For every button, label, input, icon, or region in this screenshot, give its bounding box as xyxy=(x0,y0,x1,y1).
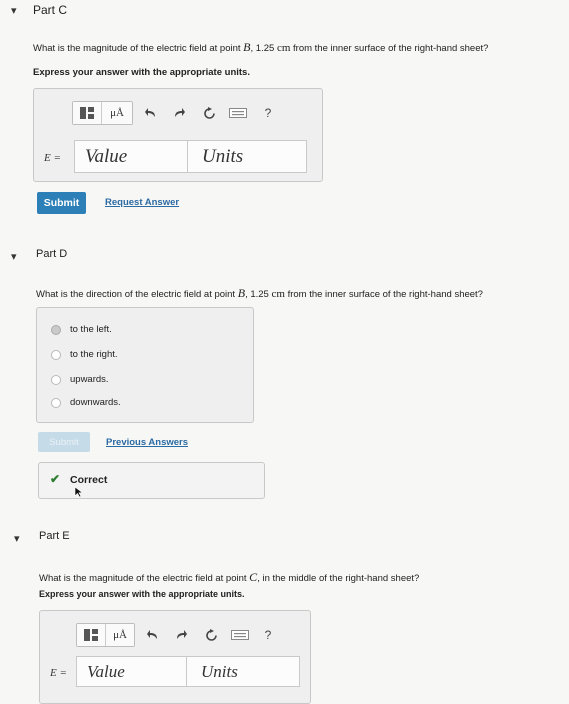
templates-button[interactable] xyxy=(73,102,101,124)
part-c-submit-button[interactable]: Submit xyxy=(37,192,86,214)
part-e-variable-label: E = xyxy=(50,667,67,679)
part-c-instructions: Express your answer with the appropriate… xyxy=(33,67,250,78)
mouse-cursor-icon xyxy=(74,486,84,498)
choice-right-radio[interactable] xyxy=(51,349,61,360)
redo-icon[interactable] xyxy=(169,630,193,640)
part-e-value-input[interactable]: Value xyxy=(76,656,188,687)
checkmark-icon: ✔ xyxy=(50,472,61,486)
choice-upwards-radio[interactable] xyxy=(51,374,61,385)
part-d-title[interactable]: Part D xyxy=(36,248,67,260)
part-e-answer-panel: μÅ ? E = Value Units xyxy=(39,610,311,704)
part-e-toolbar: μÅ ? xyxy=(76,623,279,647)
part-c-units-input[interactable]: Units xyxy=(187,140,307,173)
units-symbols-button[interactable]: μÅ xyxy=(101,102,132,124)
part-c-toolbar: μÅ ? xyxy=(72,101,279,125)
part-c-request-answer-link[interactable]: Request Answer xyxy=(105,197,179,208)
part-d-collapse-caret[interactable]: ▾ xyxy=(11,250,17,263)
part-c-variable-label: E = xyxy=(44,152,61,164)
templates-button[interactable] xyxy=(77,624,105,646)
units-symbols-button[interactable]: μÅ xyxy=(105,624,134,646)
reset-icon[interactable] xyxy=(199,628,223,642)
part-e-template-group: μÅ xyxy=(76,623,135,647)
part-c-answer-panel: μÅ ? E = Value Units xyxy=(33,88,323,182)
part-c-question: What is the magnitude of the electric fi… xyxy=(33,40,489,54)
choice-upwards[interactable]: upwards. xyxy=(51,374,109,385)
part-e-instructions: Express your answer with the appropriate… xyxy=(39,589,245,599)
templates-icon xyxy=(80,107,94,119)
part-e-units-input[interactable]: Units xyxy=(186,656,300,687)
choice-left-radio[interactable] xyxy=(51,324,61,335)
choice-left[interactable]: to the left. xyxy=(51,324,112,335)
part-e-collapse-caret[interactable]: ▾ xyxy=(14,532,20,545)
choice-right[interactable]: to the right. xyxy=(51,349,118,360)
part-d-question: What is the direction of the electric fi… xyxy=(36,286,483,300)
templates-icon xyxy=(84,629,98,641)
choice-downwards-radio[interactable] xyxy=(51,397,61,408)
keyboard-icon[interactable] xyxy=(227,630,253,640)
choice-downwards[interactable]: downwards. xyxy=(51,397,121,408)
undo-icon[interactable] xyxy=(139,108,163,118)
redo-icon[interactable] xyxy=(167,108,191,118)
undo-icon[interactable] xyxy=(141,630,165,640)
help-icon[interactable]: ? xyxy=(257,106,279,120)
part-e-title[interactable]: Part E xyxy=(39,530,70,542)
part-d-submit-button[interactable]: Submit xyxy=(38,432,90,452)
part-c-template-group: μÅ xyxy=(72,101,133,125)
part-e-question: What is the magnitude of the electric fi… xyxy=(39,570,420,584)
part-d-feedback-box: ✔ Correct xyxy=(38,462,265,499)
part-d-choices-panel: to the left. to the right. upwards. down… xyxy=(36,307,254,423)
part-c-title[interactable]: Part C xyxy=(33,3,67,17)
part-c-collapse-caret[interactable]: ▾ xyxy=(11,4,17,17)
part-d-previous-answers-link[interactable]: Previous Answers xyxy=(106,437,188,448)
part-c-value-input[interactable]: Value xyxy=(74,140,192,173)
correct-label: Correct xyxy=(70,474,108,486)
help-icon[interactable]: ? xyxy=(257,628,279,642)
keyboard-icon[interactable] xyxy=(225,108,251,118)
reset-icon[interactable] xyxy=(197,106,221,120)
